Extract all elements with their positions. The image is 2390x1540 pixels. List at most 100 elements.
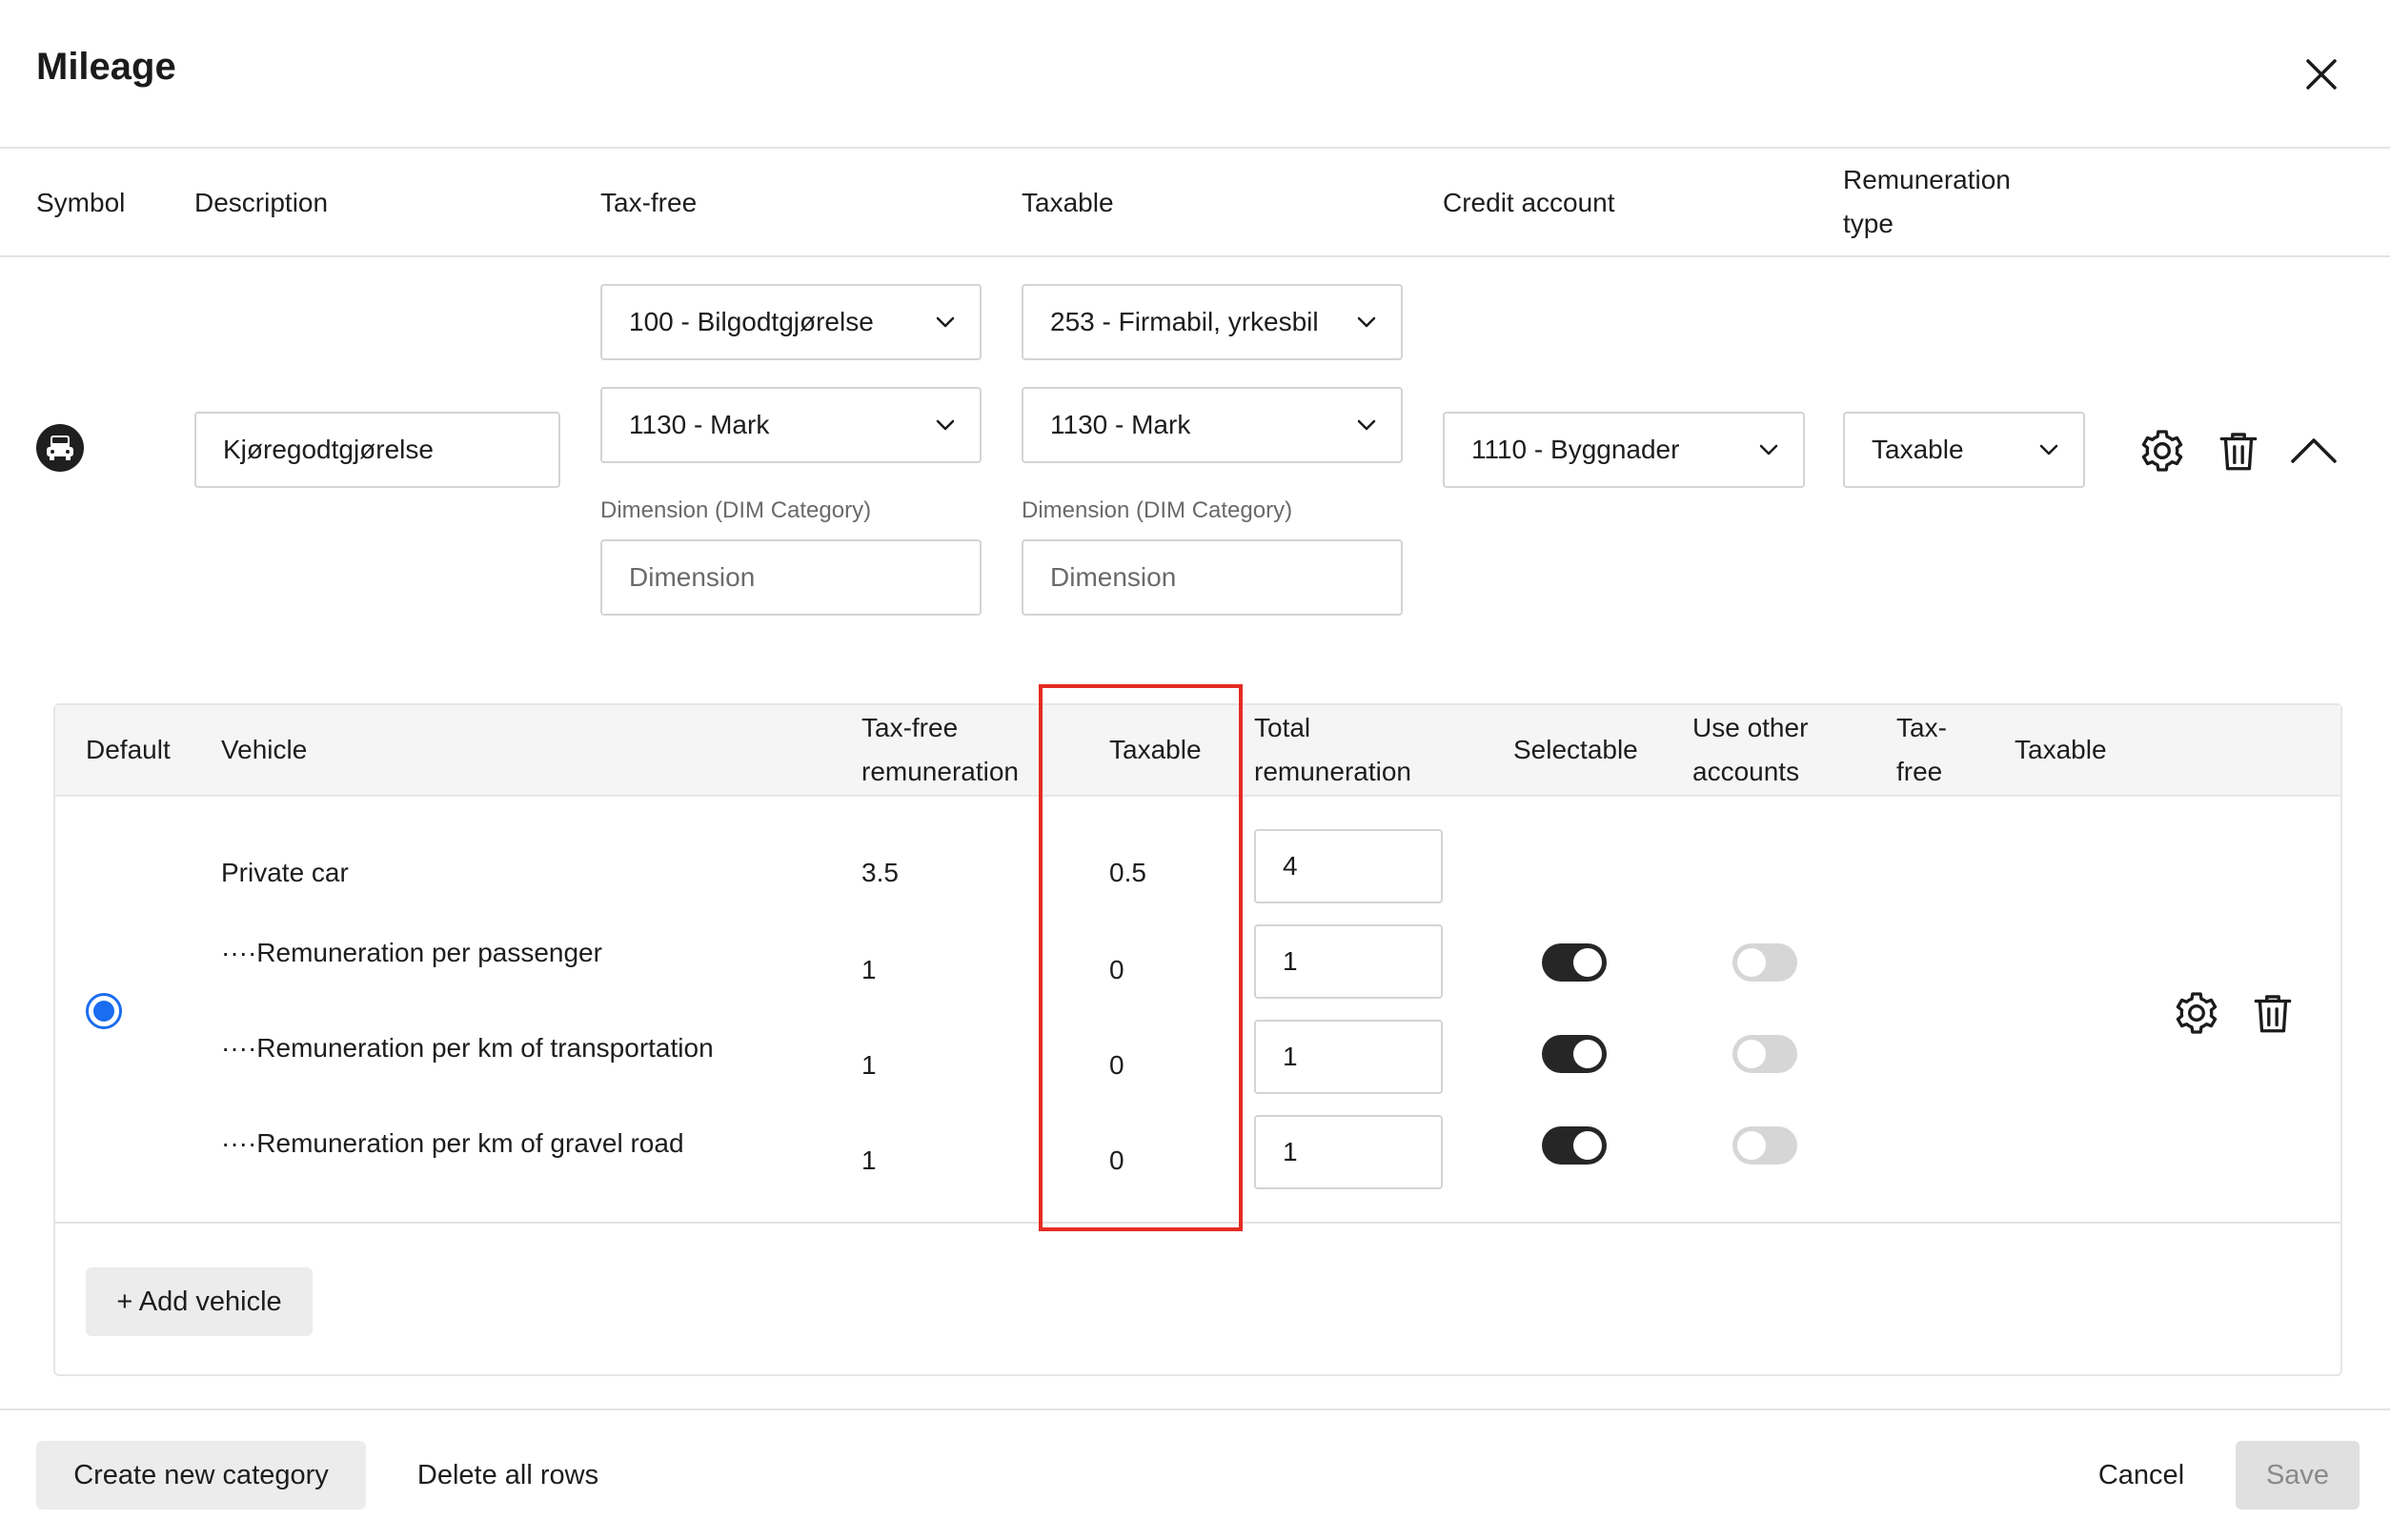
tax-free-dimension-input[interactable]: Dimension bbox=[600, 539, 982, 616]
vehicle-col-vehicle: Vehicle bbox=[221, 735, 308, 764]
vehicle-settings-button[interactable] bbox=[2173, 989, 2220, 1042]
vehicle-total-input[interactable]: 4 bbox=[1254, 829, 1443, 903]
taxable-dimension-label: Dimension (DIM Category) bbox=[1022, 497, 1293, 523]
remuneration-type-value: Taxable bbox=[1872, 435, 1964, 464]
delete-all-rows-button[interactable]: Delete all rows bbox=[400, 1441, 616, 1510]
chevron-down-icon bbox=[1357, 419, 1376, 431]
chevron-down-icon bbox=[2039, 444, 2058, 456]
divider bbox=[0, 255, 2390, 257]
vehicle-delete-button[interactable] bbox=[2249, 989, 2297, 1042]
column-remuneration-type: Remuneration type bbox=[1843, 158, 2011, 246]
close-button[interactable] bbox=[2297, 50, 2346, 99]
tax-free-account-select[interactable]: 1130 - Mark bbox=[600, 387, 982, 463]
selectable-toggle[interactable] bbox=[1542, 1126, 1607, 1165]
divider bbox=[0, 1408, 2390, 1410]
chevron-down-icon bbox=[936, 419, 955, 431]
taxable-code-value: 253 - Firmabil, yrkesbil bbox=[1050, 307, 1319, 336]
vehicle-tax-free-value: 3.5 bbox=[861, 858, 899, 887]
taxable-account-select[interactable]: 1130 - Mark bbox=[1022, 387, 1403, 463]
toggle-knob bbox=[1573, 1131, 1602, 1160]
toggle-knob bbox=[1737, 1040, 1766, 1068]
taxable-account-value: 1130 - Mark bbox=[1050, 410, 1191, 439]
chevron-down-icon bbox=[1759, 444, 1778, 456]
remuneration-total-value: 1 bbox=[1283, 1137, 1298, 1166]
vehicle-col-use-other-accounts-line2: accounts bbox=[1692, 757, 1800, 786]
vehicle-col-selectable: Selectable bbox=[1513, 735, 1638, 764]
tax-free-dimension-label: Dimension (DIM Category) bbox=[600, 497, 872, 523]
description-input[interactable]: Kjøregodtgjørelse bbox=[194, 412, 560, 488]
vehicle-col-tax-free-line1: Tax- bbox=[1896, 713, 1947, 742]
vehicle-col-total-remuneration-line1: Total bbox=[1254, 713, 1311, 742]
column-remuneration-type-line2: type bbox=[1843, 209, 1894, 238]
remuneration-total-input[interactable]: 1 bbox=[1254, 924, 1443, 999]
remuneration-tax-free-value: 1 bbox=[861, 955, 877, 984]
toggle-knob bbox=[1737, 1131, 1766, 1160]
remuneration-total-input[interactable]: 1 bbox=[1254, 1115, 1443, 1189]
taxable-dimension-input[interactable]: Dimension bbox=[1022, 539, 1403, 616]
selectable-toggle[interactable] bbox=[1542, 1035, 1607, 1073]
divider bbox=[0, 147, 2390, 149]
default-radio[interactable] bbox=[86, 993, 122, 1029]
remuneration-tax-free-value: 1 bbox=[861, 1145, 877, 1175]
row-settings-button[interactable] bbox=[2138, 427, 2186, 479]
column-description: Description bbox=[194, 188, 329, 217]
tax-free-code-select[interactable]: 100 - Bilgodtgjørelse bbox=[600, 284, 982, 360]
credit-account-value: 1110 - Byggnader bbox=[1471, 435, 1680, 464]
remuneration-total-value: 1 bbox=[1283, 946, 1298, 976]
toggle-knob bbox=[1573, 1040, 1602, 1068]
vehicle-col-use-other-accounts: Use other accounts bbox=[1692, 706, 1808, 794]
vehicle-col-tax-free-line2: free bbox=[1896, 757, 1943, 786]
remuneration-type-select[interactable]: Taxable bbox=[1843, 412, 2085, 488]
gear-icon bbox=[2141, 430, 2183, 472]
add-vehicle-button[interactable]: + Add vehicle bbox=[86, 1267, 313, 1336]
use-other-accounts-toggle[interactable] bbox=[1732, 1126, 1797, 1165]
selectable-toggle[interactable] bbox=[1542, 943, 1607, 982]
column-tax-free: Tax-free bbox=[600, 188, 698, 217]
create-new-category-button[interactable]: Create new category bbox=[36, 1441, 366, 1510]
column-symbol: Symbol bbox=[36, 188, 126, 217]
trash-icon bbox=[2254, 995, 2292, 1033]
credit-account-select[interactable]: 1110 - Byggnader bbox=[1443, 412, 1805, 488]
vehicle-name: Private car bbox=[221, 858, 349, 887]
collapse-row-button[interactable] bbox=[2287, 427, 2340, 479]
toggle-knob bbox=[1573, 948, 1602, 977]
vehicle-col-tax-free-remuneration: Tax-free remuneration bbox=[861, 706, 1019, 794]
vehicle-total-value: 4 bbox=[1283, 851, 1298, 881]
taxable-code-select[interactable]: 253 - Firmabil, yrkesbil bbox=[1022, 284, 1403, 360]
column-credit-account: Credit account bbox=[1443, 188, 1615, 217]
dialog-title: Mileage bbox=[36, 46, 176, 88]
chevron-down-icon bbox=[936, 316, 955, 328]
row-delete-button[interactable] bbox=[2215, 427, 2262, 479]
vehicle-col-tax-free-remuneration-line2: remuneration bbox=[861, 757, 1019, 786]
column-taxable: Taxable bbox=[1022, 188, 1114, 217]
remuneration-name: ····Remuneration per km of gravel road bbox=[221, 1128, 684, 1158]
use-other-accounts-toggle[interactable] bbox=[1732, 1035, 1797, 1073]
vehicle-col-use-other-accounts-line1: Use other bbox=[1692, 713, 1809, 742]
tax-free-account-value: 1130 - Mark bbox=[629, 410, 770, 439]
remuneration-total-value: 1 bbox=[1283, 1042, 1298, 1071]
trash-icon bbox=[2219, 433, 2258, 471]
vehicle-col-default: Default bbox=[86, 735, 171, 764]
vehicle-col-taxable-account: Taxable bbox=[2015, 735, 2107, 764]
chevron-down-icon bbox=[1357, 316, 1376, 328]
car-icon bbox=[36, 424, 84, 472]
toggle-knob bbox=[1737, 948, 1766, 977]
cancel-button[interactable]: Cancel bbox=[2076, 1441, 2207, 1510]
use-other-accounts-toggle[interactable] bbox=[1732, 943, 1797, 982]
remuneration-total-input[interactable]: 1 bbox=[1254, 1020, 1443, 1094]
save-button[interactable]: Save bbox=[2236, 1441, 2360, 1510]
remuneration-name: ····Remuneration per km of transportatio… bbox=[221, 1033, 714, 1063]
tax-free-dimension-placeholder: Dimension bbox=[629, 562, 756, 592]
vehicle-col-tax-free: Tax- free bbox=[1896, 706, 1947, 794]
vehicle-col-total-remuneration: Total remuneration bbox=[1254, 706, 1411, 794]
chevron-up-icon bbox=[2291, 438, 2337, 463]
remuneration-tax-free-value: 1 bbox=[861, 1050, 877, 1080]
taxable-column-highlight bbox=[1039, 684, 1243, 1231]
column-remuneration-type-line1: Remuneration bbox=[1843, 165, 2011, 194]
remuneration-name: ····Remuneration per passenger bbox=[221, 938, 602, 967]
gear-icon bbox=[2176, 992, 2218, 1034]
tax-free-code-value: 100 - Bilgodtgjørelse bbox=[629, 307, 874, 336]
radio-selected-dot bbox=[93, 1001, 114, 1022]
taxable-dimension-placeholder: Dimension bbox=[1050, 562, 1177, 592]
description-value: Kjøregodtgjørelse bbox=[223, 435, 434, 464]
